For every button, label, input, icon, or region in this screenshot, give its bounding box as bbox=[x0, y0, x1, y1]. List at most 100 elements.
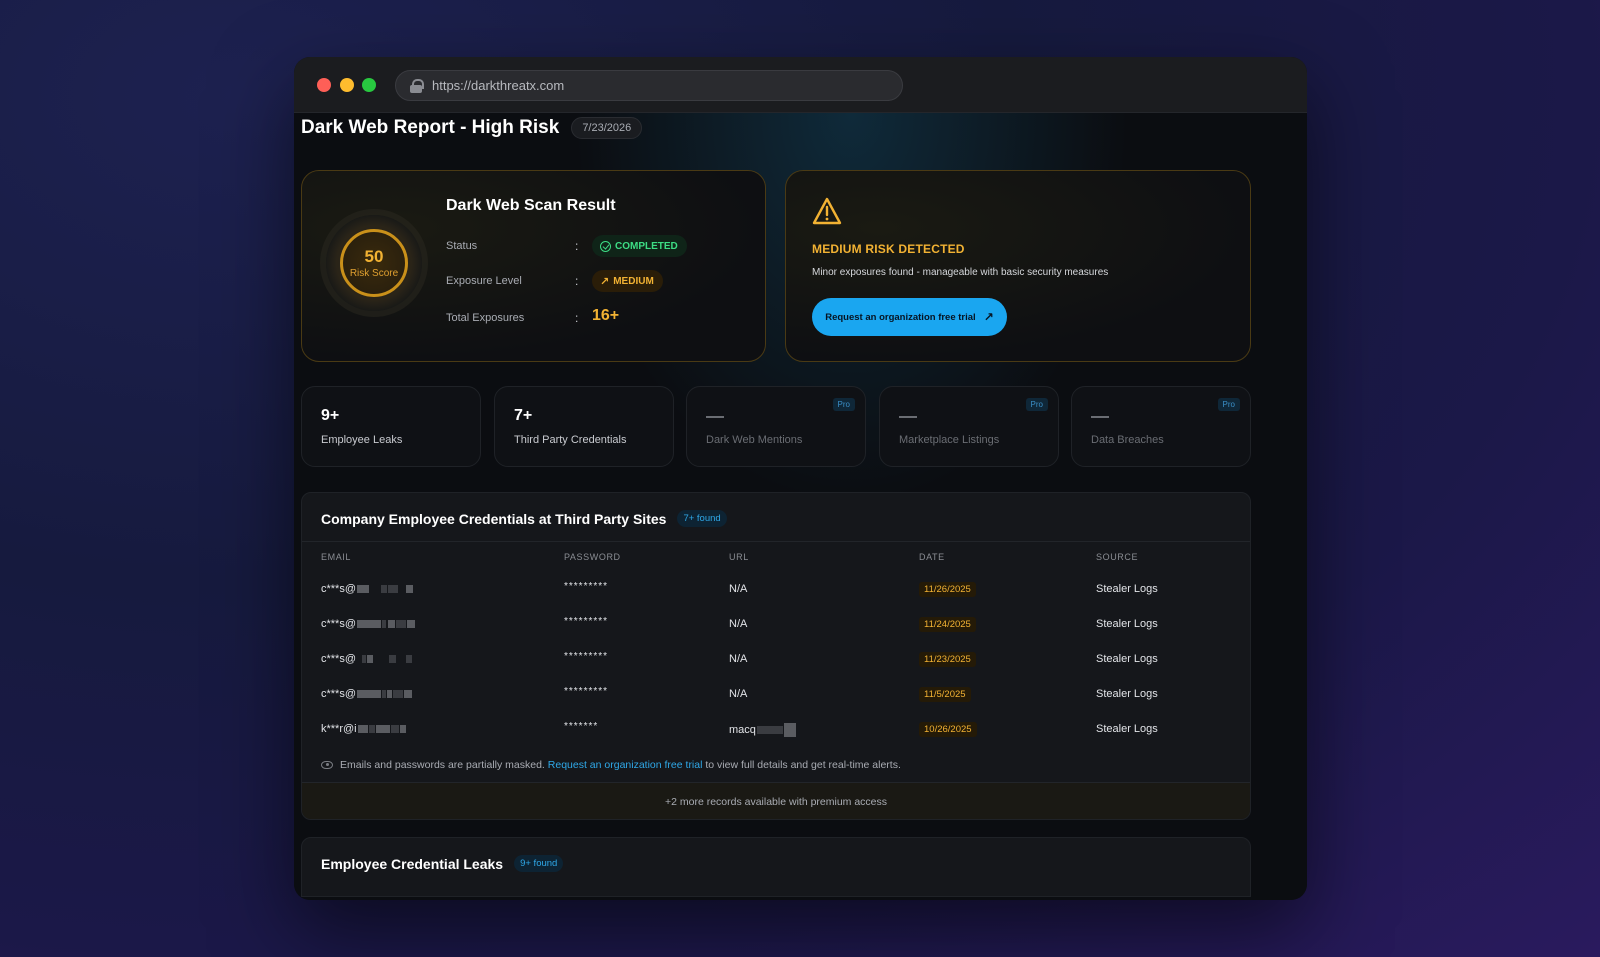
panel-title: Employee Credential Leaks bbox=[321, 855, 504, 872]
url-cell: N/A bbox=[729, 653, 748, 665]
stat-label: Marketplace Listings bbox=[899, 434, 1000, 446]
minimize-window-button[interactable] bbox=[340, 78, 354, 92]
eye-icon bbox=[321, 761, 333, 769]
address-bar[interactable]: https://darkthreatx.com bbox=[395, 70, 903, 101]
risk-alert-card: MEDIUM RISK DETECTED Minor exposures fou… bbox=[785, 170, 1251, 362]
exposure-level-label: Exposure Level bbox=[446, 275, 522, 287]
date-badge: 11/5/2025 bbox=[919, 687, 971, 702]
password-cell: ******* bbox=[564, 721, 599, 732]
stat-value: 7+ bbox=[514, 407, 533, 424]
request-trial-link[interactable]: Request an organization free trial bbox=[548, 759, 703, 771]
stat-employee-leaks[interactable]: 9+ Employee Leaks bbox=[301, 386, 481, 467]
status-label: Status bbox=[446, 240, 478, 252]
status-value: COMPLETED bbox=[615, 240, 678, 252]
pro-badge: Pro bbox=[1025, 398, 1048, 411]
empty-value-dash bbox=[1091, 416, 1109, 418]
table-row[interactable]: c***s@ ********* N/A 11/23/2025 Stealer … bbox=[302, 643, 1250, 678]
email-cell: c***s@ bbox=[321, 583, 414, 595]
page-content: Dark Web Report - High Risk 7/23/2026 50… bbox=[294, 113, 1307, 900]
column-header-date: DATE bbox=[919, 552, 945, 562]
source-cell: Stealer Logs bbox=[1096, 723, 1158, 735]
password-cell: ********* bbox=[564, 616, 609, 627]
email-cell: c***s@ bbox=[321, 688, 413, 700]
risk-score-gauge: 50 Risk Score bbox=[326, 215, 422, 311]
stat-marketplace-listings[interactable]: Marketplace Listings Pro bbox=[879, 386, 1059, 467]
risk-score-label: Risk Score bbox=[349, 267, 399, 279]
url-text: https://darkthreatx.com bbox=[432, 78, 565, 93]
status-badge: COMPLETED bbox=[592, 235, 687, 257]
column-header-password: PASSWORD bbox=[564, 552, 621, 562]
trending-up-icon: ↗ bbox=[600, 275, 610, 288]
column-header-url: URL bbox=[729, 552, 749, 562]
url-cell: N/A bbox=[729, 583, 748, 595]
stat-third-party-credentials[interactable]: 7+ Third Party Credentials bbox=[494, 386, 674, 467]
external-arrow-icon: ↗ bbox=[983, 310, 994, 324]
password-cell: ********* bbox=[564, 651, 609, 662]
table-row[interactable]: c***s@ ********* N/A 11/24/2025 Stealer … bbox=[302, 608, 1250, 643]
source-cell: Stealer Logs bbox=[1096, 653, 1158, 665]
risk-score-value: 50 bbox=[364, 246, 384, 266]
exposure-level-badge: ↗ MEDIUM bbox=[592, 270, 663, 292]
maximize-window-button[interactable] bbox=[362, 78, 376, 92]
pro-badge: Pro bbox=[832, 398, 855, 411]
found-count-badge: 9+ found bbox=[514, 855, 564, 872]
warning-triangle-icon bbox=[812, 197, 842, 225]
empty-value-dash bbox=[706, 416, 724, 418]
stat-dark-web-mentions[interactable]: Dark Web Mentions Pro bbox=[686, 386, 866, 467]
stat-label: Third Party Credentials bbox=[514, 434, 627, 446]
table-row[interactable]: c***s@ ********* N/A 11/26/2025 Stealer … bbox=[302, 573, 1250, 608]
date-badge: 11/23/2025 bbox=[919, 652, 976, 667]
lock-icon bbox=[410, 78, 424, 93]
scan-result-card: 50 Risk Score Dark Web Scan Result Statu… bbox=[301, 170, 766, 362]
email-cell: k***r@i bbox=[321, 723, 406, 735]
url-cell: macq bbox=[729, 723, 796, 737]
total-colon: : bbox=[575, 311, 579, 325]
request-trial-button[interactable]: Request an organization free trial ↗ bbox=[812, 298, 1007, 336]
check-circle-icon bbox=[600, 240, 611, 252]
stat-data-breaches[interactable]: Data Breaches Pro bbox=[1071, 386, 1251, 467]
risk-level-title: MEDIUM RISK DETECTED bbox=[812, 242, 965, 256]
total-exposures-label: Total Exposures bbox=[446, 312, 525, 324]
close-window-button[interactable] bbox=[317, 78, 331, 92]
exposure-level-value: MEDIUM bbox=[613, 275, 654, 287]
source-cell: Stealer Logs bbox=[1096, 618, 1158, 630]
url-cell: N/A bbox=[729, 688, 748, 700]
stat-label: Dark Web Mentions bbox=[706, 434, 803, 446]
divider bbox=[302, 541, 1250, 542]
stat-label: Data Breaches bbox=[1091, 434, 1164, 446]
column-header-email: EMAIL bbox=[321, 552, 352, 562]
masking-note: Emails and passwords are partially maske… bbox=[321, 759, 901, 771]
date-badge: 11/24/2025 bbox=[919, 617, 976, 632]
total-exposures-value: 16+ bbox=[592, 307, 620, 324]
url-cell: N/A bbox=[729, 618, 748, 630]
password-cell: ********* bbox=[564, 581, 609, 592]
scan-result-title: Dark Web Scan Result bbox=[446, 197, 616, 214]
exposure-colon: : bbox=[575, 274, 579, 288]
email-cell: c***s@ bbox=[321, 618, 416, 630]
browser-window: https://darkthreatx.com Dark Web Report … bbox=[294, 57, 1307, 900]
risk-description: Minor exposures found - manageable with … bbox=[812, 267, 1109, 278]
employee-credential-leaks-panel: Employee Credential Leaks 9+ found bbox=[301, 837, 1251, 897]
stat-label: Employee Leaks bbox=[321, 434, 403, 446]
pro-badge: Pro bbox=[1217, 398, 1240, 411]
empty-value-dash bbox=[899, 416, 917, 418]
found-count-badge: 7+ found bbox=[677, 510, 727, 527]
table-row[interactable]: k***r@i ******* macq 10/26/2025 Stealer … bbox=[302, 713, 1250, 748]
premium-records-banner: +2 more records available with premium a… bbox=[302, 782, 1250, 819]
email-cell: c***s@ bbox=[321, 653, 413, 665]
column-header-source: SOURCE bbox=[1096, 552, 1139, 562]
panel-title: Company Employee Credentials at Third Pa… bbox=[321, 510, 667, 527]
table-row[interactable]: c***s@ ********* N/A 11/5/2025 Stealer L… bbox=[302, 678, 1250, 713]
masking-note-suffix: to view full details and get real-time a… bbox=[705, 759, 901, 771]
source-cell: Stealer Logs bbox=[1096, 688, 1158, 700]
browser-titlebar: https://darkthreatx.com bbox=[294, 57, 1307, 113]
stat-value: 9+ bbox=[321, 407, 340, 424]
report-header: Dark Web Report - High Risk 7/23/2026 bbox=[301, 117, 643, 139]
more-records-text: +2 more records available with premium a… bbox=[664, 795, 888, 808]
request-trial-label: Request an organization free trial bbox=[825, 311, 976, 323]
date-badge: 10/26/2025 bbox=[919, 722, 977, 737]
masking-note-text: Emails and passwords are partially maske… bbox=[340, 759, 545, 771]
source-cell: Stealer Logs bbox=[1096, 583, 1158, 595]
status-colon: : bbox=[575, 239, 579, 253]
page-title: Dark Web Report - High Risk bbox=[301, 117, 560, 138]
